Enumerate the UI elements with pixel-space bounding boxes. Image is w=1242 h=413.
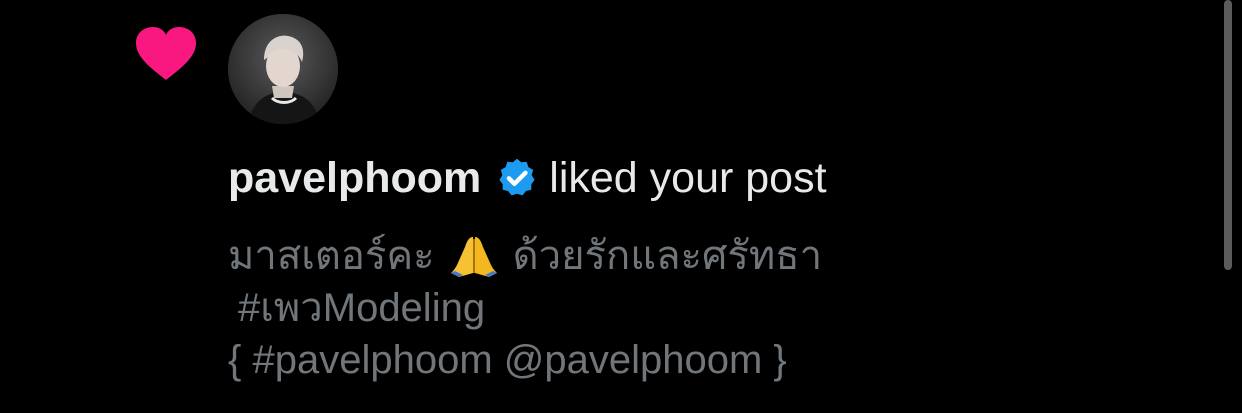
- post-hashtag: #เพวModeling: [238, 286, 486, 330]
- folded-hands-icon: [450, 237, 497, 277]
- notification-action: liked your post: [549, 154, 827, 202]
- post-text: มาสเตอร์คะ: [228, 234, 435, 278]
- post-preview[interactable]: มาสเตอร์คะ ด้วยรักและศรัทธา #เพวModeling…: [228, 230, 822, 386]
- post-line: มาสเตอร์คะ ด้วยรักและศรัทธา: [228, 230, 822, 282]
- verified-badge-icon: [499, 158, 535, 196]
- username[interactable]: pavelphoom: [228, 150, 481, 206]
- avatar[interactable]: [228, 14, 338, 124]
- like-notification[interactable]: pavelphoom liked your post มาสเตอร์คะ ด้…: [0, 0, 1242, 413]
- notification-headline: pavelphoom liked your post: [228, 150, 827, 206]
- post-text: { #pavelphoom @pavelphoom }: [228, 338, 787, 382]
- post-line: { #pavelphoom @pavelphoom }: [228, 334, 822, 386]
- scrollbar[interactable]: [1224, 0, 1232, 270]
- post-line: #เพวModeling: [228, 282, 822, 334]
- post-text: ด้วยรักและศรัทธา: [512, 234, 823, 278]
- heart-icon: [136, 27, 196, 80]
